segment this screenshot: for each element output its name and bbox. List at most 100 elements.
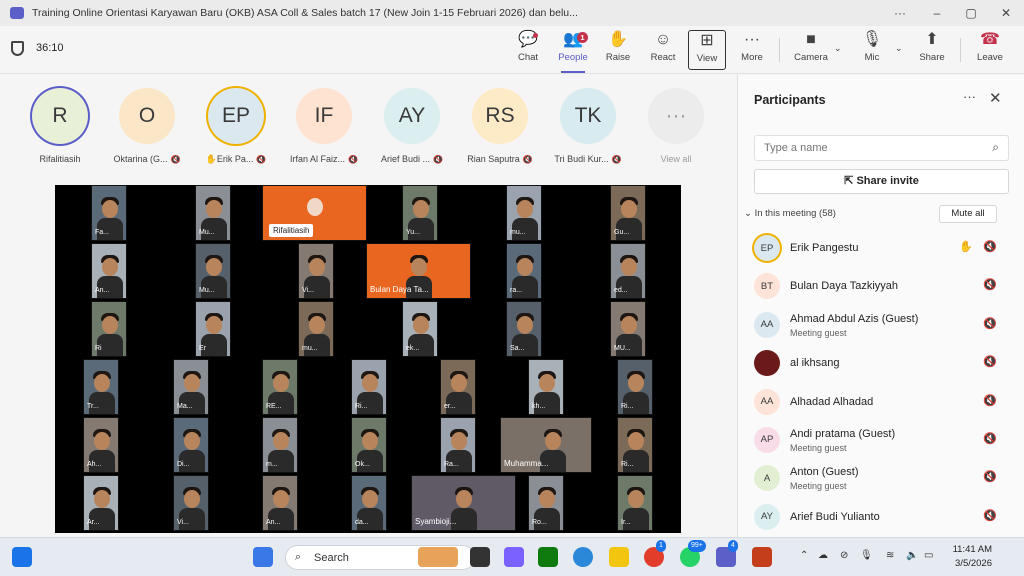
- teams-chat-icon[interactable]: [504, 547, 524, 567]
- video-tile[interactable]: Syambioji...: [411, 475, 516, 531]
- participant-avatar[interactable]: R Rifalitiasih: [20, 85, 100, 164]
- people-button[interactable]: 👥 1 People: [551, 30, 595, 73]
- panel-more-icon[interactable]: ···: [963, 89, 976, 104]
- file-explorer-icon[interactable]: [470, 547, 490, 567]
- mic-off-icon[interactable]: 🔇: [983, 278, 997, 291]
- minimize-button[interactable]: –: [925, 4, 949, 22]
- video-tile[interactable]: MU...: [610, 301, 646, 357]
- video-tile[interactable]: Fa...: [91, 185, 127, 241]
- mic-off-icon[interactable]: 🔇: [983, 240, 997, 253]
- video-tile[interactable]: Muhamma...: [500, 417, 592, 473]
- camera-options-chevron-icon[interactable]: ⌄: [834, 43, 842, 54]
- raise-hand-button[interactable]: ✋ Raise: [596, 30, 640, 70]
- participant-avatar[interactable]: IF Irfan Al Faiz... 🔇: [284, 85, 364, 164]
- video-tile[interactable]: Gu...: [610, 185, 646, 241]
- video-tile[interactable]: Yu...: [402, 185, 438, 241]
- participant-avatar[interactable]: O Oktarina (G... 🔇: [107, 85, 187, 164]
- wifi-icon[interactable]: ≋: [886, 550, 894, 561]
- participant-row[interactable]: A Anton (Guest) Meeting guest 🔇: [738, 459, 1024, 497]
- view-all-button[interactable]: ··· View all: [636, 85, 716, 164]
- mic-tray-icon[interactable]: 🎙: [860, 550, 873, 561]
- video-tile[interactable]: An...: [262, 475, 298, 531]
- video-tile[interactable]: Ar...: [83, 475, 119, 531]
- video-tile[interactable]: Ah...: [83, 417, 119, 473]
- participant-avatar[interactable]: TK Tri Budi Kur... 🔇: [548, 85, 628, 164]
- camera-button[interactable]: ■ Camera: [789, 30, 833, 70]
- video-tile[interactable]: Ri...: [617, 359, 653, 415]
- video-tile[interactable]: m...: [262, 417, 298, 473]
- participant-row[interactable]: AP Andi pratama (Guest) Meeting guest 🔇: [738, 421, 1024, 459]
- mic-options-chevron-icon[interactable]: ⌄: [895, 43, 903, 54]
- video-tile[interactable]: Di...: [173, 417, 209, 473]
- video-tile[interactable]: Er: [195, 301, 231, 357]
- video-tile[interactable]: Mu...: [195, 185, 231, 241]
- participant-avatar[interactable]: AY Arief Budi ... 🔇: [372, 85, 452, 164]
- system-clock[interactable]: 11:41 AM 3/5/2026: [948, 543, 992, 571]
- participant-avatar[interactable]: EP ✋Erik Pa... 🔇: [196, 85, 276, 165]
- participant-search-input[interactable]: [755, 136, 975, 160]
- video-tile[interactable]: RE...: [262, 359, 298, 415]
- start-icon[interactable]: [253, 547, 273, 567]
- leave-button[interactable]: ☎ Leave: [968, 30, 1012, 70]
- participant-row[interactable]: EP Erik Pangestu ✋ 🔇: [738, 229, 1024, 267]
- participant-row[interactable]: AY Arief Budi Yulianto 🔇: [738, 498, 1024, 536]
- onedrive-icon[interactable]: ☁: [818, 550, 828, 561]
- video-tile[interactable]: Ma...: [173, 359, 209, 415]
- mic-off-icon[interactable]: 🔇: [983, 317, 997, 330]
- participant-row[interactable]: al ikhsang 🔇: [738, 344, 1024, 382]
- window-more-button[interactable]: ···: [888, 4, 912, 22]
- video-tile[interactable]: er...: [440, 359, 476, 415]
- participant-row[interactable]: AA Alhadad Alhadad 🔇: [738, 383, 1024, 421]
- battery-icon[interactable]: ▭: [924, 550, 933, 561]
- video-tile[interactable]: Sa...: [506, 301, 542, 357]
- video-tile[interactable]: Ri: [91, 301, 127, 357]
- mic-off-icon[interactable]: 🔇: [983, 509, 997, 522]
- react-button[interactable]: ☺ React: [641, 30, 685, 70]
- edge-icon[interactable]: [573, 547, 593, 567]
- participant-row[interactable]: AA Ahmad Abdul Azis (Guest) Meeting guest 🔇: [738, 306, 1024, 344]
- maximize-button[interactable]: ▢: [959, 4, 983, 22]
- video-tile[interactable]: Vi...: [173, 475, 209, 531]
- video-tile[interactable]: Ir...: [617, 475, 653, 531]
- folder-icon[interactable]: [609, 547, 629, 567]
- mic-off-icon[interactable]: 🔇: [983, 394, 997, 407]
- mic-off-icon[interactable]: 🔇: [983, 355, 997, 368]
- in-meeting-section-header[interactable]: ⌄ In this meeting (58): [744, 208, 836, 219]
- video-tile[interactable]: Tr...: [83, 359, 119, 415]
- video-tile[interactable]: ek...: [402, 301, 438, 357]
- video-tile[interactable]: Ri...: [351, 359, 387, 415]
- share-button[interactable]: ⬆ Share: [910, 30, 954, 70]
- video-tile[interactable]: Ra...: [440, 417, 476, 473]
- video-tile[interactable]: ra...: [506, 243, 542, 299]
- share-invite-button[interactable]: ⇱ Share invite: [754, 169, 1009, 194]
- video-tile[interactable]: kh...: [528, 359, 564, 415]
- more-button[interactable]: ··· More: [730, 30, 774, 70]
- volume-icon[interactable]: 🔈: [906, 550, 918, 561]
- mic-off-icon[interactable]: 🔇: [983, 470, 997, 483]
- video-tile[interactable]: mu...: [298, 301, 334, 357]
- close-window-button[interactable]: ✕: [994, 4, 1018, 22]
- widgets-icon[interactable]: [12, 547, 32, 567]
- pinned-video-tile[interactable]: Rifalitiasih: [262, 185, 367, 241]
- view-button[interactable]: ⊞ View: [688, 30, 726, 70]
- store-icon[interactable]: [538, 547, 558, 567]
- video-tile[interactable]: da...: [351, 475, 387, 531]
- video-tile[interactable]: Bulan Daya Ta...: [366, 243, 471, 299]
- video-tile[interactable]: mu...: [506, 185, 542, 241]
- video-tile[interactable]: ed...: [610, 243, 646, 299]
- video-tile[interactable]: Vi...: [298, 243, 334, 299]
- mute-all-button[interactable]: Mute all: [939, 205, 997, 223]
- chevron-up-icon[interactable]: ⌃: [800, 550, 808, 561]
- mic-off-icon[interactable]: 🔇: [983, 432, 997, 445]
- chat-button[interactable]: 💬 Chat: [506, 30, 550, 70]
- video-tile[interactable]: Mu...: [195, 243, 231, 299]
- defender-icon[interactable]: ⊘: [840, 550, 848, 561]
- participant-row[interactable]: BT Bulan Daya Tazkiyyah 🔇: [738, 267, 1024, 305]
- video-tile[interactable]: An...: [91, 243, 127, 299]
- video-tile[interactable]: Ro...: [528, 475, 564, 531]
- video-tile[interactable]: Ri...: [617, 417, 653, 473]
- powerpoint-icon[interactable]: [752, 547, 772, 567]
- participant-avatar[interactable]: RS Rian Saputra 🔇: [460, 85, 540, 164]
- mic-button[interactable]: 🎙 Mic: [850, 30, 894, 70]
- video-tile[interactable]: Ok...: [351, 417, 387, 473]
